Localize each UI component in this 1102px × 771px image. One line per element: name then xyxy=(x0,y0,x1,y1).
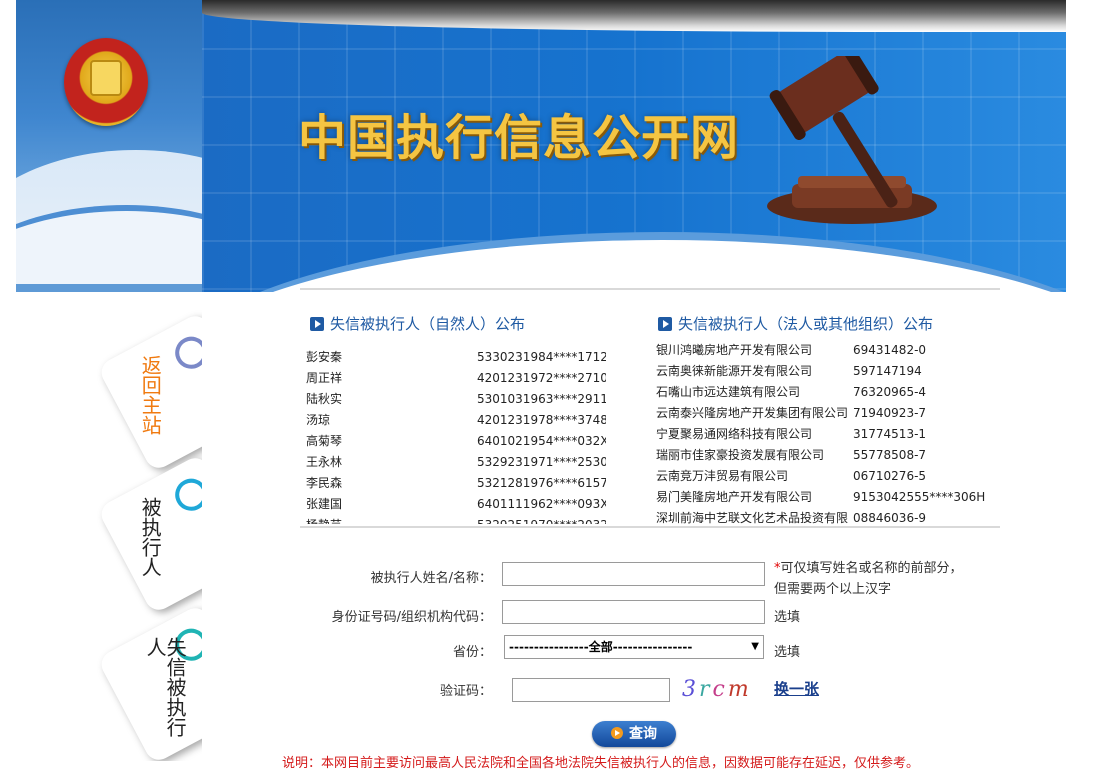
tab-label: 被执行人 xyxy=(138,496,163,577)
list-item[interactable]: 银川鸿曦房地产开发有限公司 69431482-0 xyxy=(656,340,986,361)
person-name: 杨静芸 xyxy=(306,515,342,524)
dropdown-arrow-icon: ▼ xyxy=(751,641,759,652)
list-bottom-divider xyxy=(300,526,1000,528)
org-name: 云南竞万沣贸易有限公司 xyxy=(656,469,789,483)
side-navigation: 返回主站 被执行人 失信被执行人 xyxy=(0,292,202,761)
list-item[interactable]: 石嘴山市远达建筑有限公司 76320965-4 xyxy=(656,382,986,403)
site-title: 中国执行信息公开网 xyxy=(298,110,740,166)
province-label: 省份： xyxy=(452,645,492,660)
org-code: 597147194 xyxy=(853,364,922,378)
gavel-icon xyxy=(767,56,937,224)
captcha-input[interactable] xyxy=(512,678,670,702)
person-name: 陆秋实 xyxy=(306,392,343,406)
province-hint: 选填 xyxy=(774,645,801,660)
person-id: 6401111962****093X xyxy=(477,497,606,511)
org-name: 石嘴山市远达建筑有限公司 xyxy=(656,385,801,399)
person-id: 5329251970****2032 xyxy=(477,515,606,524)
name-input[interactable] xyxy=(502,562,765,586)
name-hint: *可仅填写姓名或名称的前部分， xyxy=(774,561,963,576)
org-name: 深圳前海中艺联文化艺术品投资有限 xyxy=(656,511,849,524)
site-banner: 中国执行信息公开网 xyxy=(16,0,1066,292)
person-id: 6401021954****032X xyxy=(477,434,606,448)
list-item[interactable]: 陆秋实 5301031963****2911 xyxy=(306,389,606,410)
person-name: 汤琼 xyxy=(306,413,331,427)
tab-return-main-site[interactable]: 返回主站 xyxy=(96,311,202,473)
list-item[interactable]: 汤琼 4201231978****3748 xyxy=(306,410,606,431)
list-item[interactable]: 云南竞万沣贸易有限公司 06710276-5 xyxy=(656,466,986,487)
org-name: 宁夏聚易通网络科技有限公司 xyxy=(656,427,813,441)
tab-dishonest-persons[interactable]: 失信被执行人 xyxy=(96,603,202,761)
person-id: 5321281976****6157 xyxy=(477,476,606,490)
person-id: 4201231978****3748 xyxy=(477,413,606,427)
org-code: 55778508-7 xyxy=(853,448,927,462)
province-select[interactable]: ----------------全部---------------- ▼ xyxy=(504,635,764,659)
id-label: 身份证号码/组织机构代码： xyxy=(331,610,492,625)
banner-main-panel: 中国执行信息公开网 xyxy=(202,0,1066,292)
list-item[interactable]: 云南奥徕新能源开发有限公司 597147194 xyxy=(656,361,986,382)
person-name: 张建国 xyxy=(306,497,343,511)
person-id: 5330231984****1712 xyxy=(477,350,606,364)
id-hint: 选填 xyxy=(774,610,801,625)
court-emblem-icon xyxy=(64,38,148,126)
orgs-list: 银川鸿曦房地产开发有限公司 69431482-0 云南奥徕新能源开发有限公司 597… xyxy=(656,340,986,524)
list-item[interactable]: 瑞丽市佳家豪投资发展有限公司 55778508-7 xyxy=(656,445,986,466)
person-name: 彭安秦 xyxy=(306,350,343,364)
province-selected-value: ----------------全部---------------- xyxy=(509,640,693,654)
org-code: 76320965-4 xyxy=(853,385,927,399)
list-item[interactable]: 高菊琴 6401021954****032X xyxy=(306,431,606,452)
list-item[interactable]: 云南泰兴隆房地产开发集团有限公司 71940923-7 xyxy=(656,403,986,424)
person-name: 王永林 xyxy=(306,455,343,469)
list-item[interactable]: 李民森 5321281976****6157 xyxy=(306,473,606,494)
org-code: 69431482-0 xyxy=(853,343,927,357)
org-name: 云南奥徕新能源开发有限公司 xyxy=(656,364,813,378)
circle-icon xyxy=(169,473,202,517)
banner-left-panel xyxy=(16,0,316,292)
name-hint-line2: 但需要两个以上汉字 xyxy=(774,582,892,597)
list-item[interactable]: 周正祥 4201231972****2710 xyxy=(306,368,606,389)
org-name: 云南泰兴隆房地产开发集团有限公司 xyxy=(656,406,849,420)
list-item[interactable]: 宁夏聚易通网络科技有限公司 31774513-1 xyxy=(656,424,986,445)
tab-label: 失信被执行人 xyxy=(143,636,188,737)
arrow-right-icon xyxy=(310,317,324,331)
org-name: 银川鸿曦房地产开发有限公司 xyxy=(656,343,813,357)
top-divider xyxy=(300,288,1000,290)
org-code: 31774513-1 xyxy=(853,427,927,441)
person-name: 周正祥 xyxy=(306,371,343,385)
person-name: 李民森 xyxy=(306,476,343,490)
persons-list-title: 失信被执行人（自然人）公布 xyxy=(310,313,525,334)
tab-executed-persons[interactable]: 被执行人 xyxy=(96,453,202,615)
name-label: 被执行人姓名/名称： xyxy=(370,571,492,586)
persons-list: 彭安秦 5330231984****1712 周正祥 4201231972****2… xyxy=(306,347,606,524)
list-item[interactable]: 深圳前海中艺联文化艺术品投资有限 08846036-9 xyxy=(656,508,986,524)
arrow-right-icon xyxy=(658,317,672,331)
circle-icon xyxy=(169,331,202,375)
person-id: 5301031963****2911 xyxy=(477,392,606,406)
org-name: 瑞丽市佳家豪投资发展有限公司 xyxy=(656,448,825,462)
refresh-captcha-link[interactable]: 换一张 xyxy=(774,678,819,699)
orgs-list-title: 失信被执行人（法人或其他组织）公布 xyxy=(658,313,933,334)
list-item[interactable]: 张建国 6401111962****093X xyxy=(306,494,606,515)
person-name: 高菊琴 xyxy=(306,434,343,448)
id-input[interactable] xyxy=(502,600,765,624)
list-item[interactable]: 王永林 5329231971****2530 xyxy=(306,452,606,473)
captcha-image: 3rcm xyxy=(682,677,752,702)
org-code: 71940923-7 xyxy=(853,406,927,420)
org-code: 08846036-9 xyxy=(853,511,927,524)
person-id: 5329231971****2530 xyxy=(477,455,606,469)
org-code: 06710276-5 xyxy=(853,469,927,483)
notice-text: 说明：本网目前主要访问最高人民法院和全国各地法院失信被执行人的信息，因数据可能存… xyxy=(282,756,920,771)
person-id: 4201231972****2710 xyxy=(477,371,606,385)
list-item[interactable]: 杨静芸 5329251970****2032 xyxy=(306,515,606,524)
org-name: 易门美隆房地产开发有限公司 xyxy=(656,490,813,504)
org-code: 9153042555****306H xyxy=(853,490,986,504)
list-item[interactable]: 易门美隆房地产开发有限公司 9153042555****306H xyxy=(656,487,986,508)
captcha-label: 验证码： xyxy=(439,684,492,699)
play-icon xyxy=(611,727,623,739)
query-button[interactable]: 查询 xyxy=(592,721,676,747)
tab-label: 返回主站 xyxy=(138,354,163,435)
list-item[interactable]: 彭安秦 5330231984****1712 xyxy=(306,347,606,368)
